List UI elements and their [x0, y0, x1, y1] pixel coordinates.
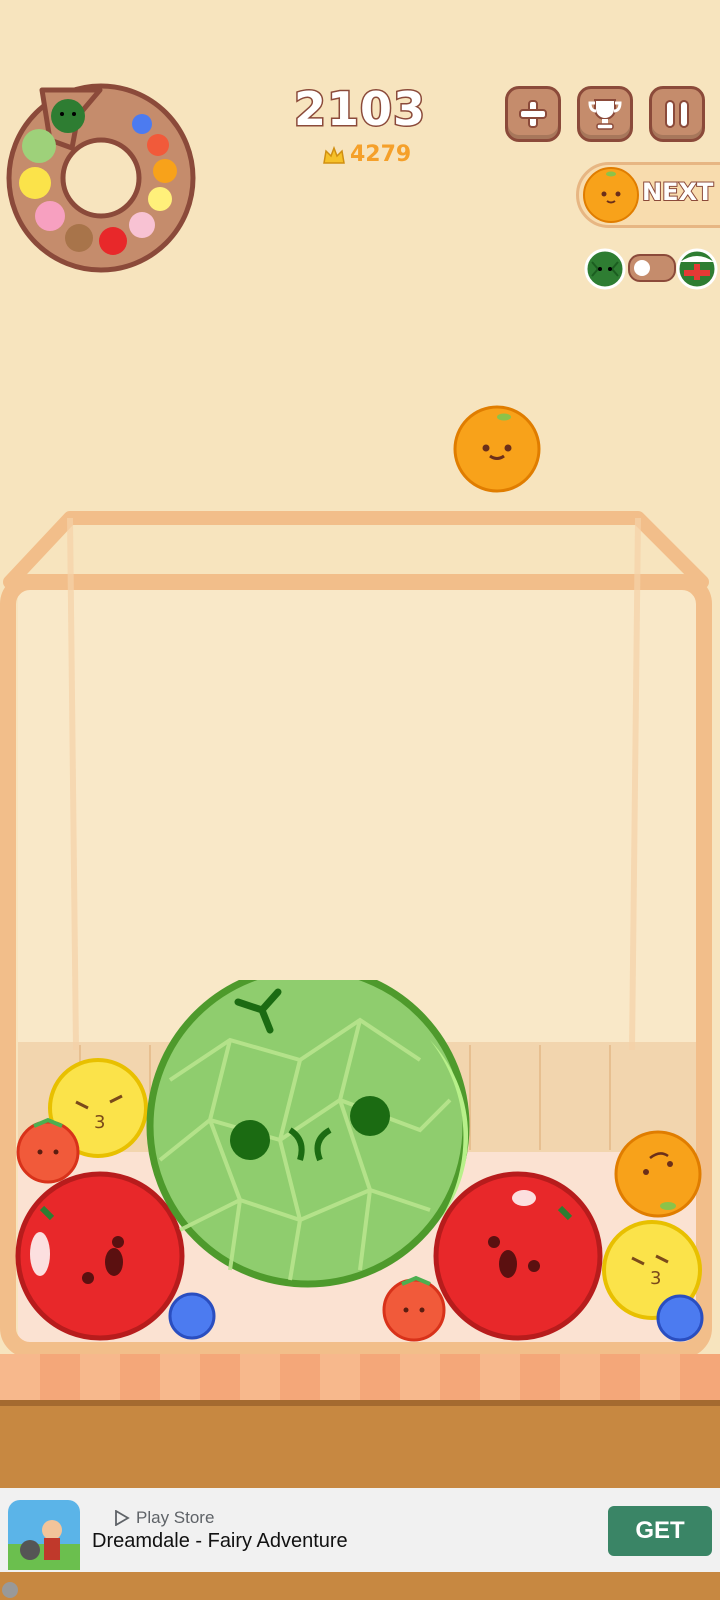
best-score: 4279	[322, 142, 411, 167]
wheel-watermelon-icon	[51, 99, 85, 133]
apple-fruit	[15, 1171, 185, 1341]
fruit-evolution-wheel	[6, 83, 196, 273]
wheel-lemon-icon	[19, 167, 51, 199]
blueberry-fruit	[168, 1292, 216, 1340]
play-store-icon	[115, 1510, 130, 1526]
strawberry-fruit	[382, 1275, 446, 1342]
ad-title[interactable]: Dreamdale - Fairy Adventure	[92, 1530, 348, 1553]
wheel-apple-icon	[99, 227, 127, 255]
jar-fruits: 3 3	[15, 980, 704, 1342]
christmas-watermelon-skin-icon[interactable]	[676, 248, 718, 290]
orange-fruit	[614, 1130, 702, 1218]
dropping-orange[interactable]	[452, 404, 542, 494]
best-score-value: 4279	[350, 142, 412, 167]
ad-app-icon[interactable]	[8, 1500, 80, 1570]
table-surface	[0, 1354, 720, 1404]
add-button[interactable]	[505, 86, 561, 142]
crown-icon	[323, 145, 345, 164]
next-fruit-orange-icon	[583, 167, 639, 223]
ad-source: Play Store	[114, 1508, 214, 1528]
wheel-orange-icon	[153, 159, 177, 183]
svg-text:3: 3	[650, 1268, 661, 1289]
plus-icon	[519, 100, 547, 128]
wheel-blueberry-icon	[132, 114, 152, 134]
pause-button[interactable]	[649, 86, 705, 142]
blueberry-fruit	[656, 1294, 704, 1342]
table-edge	[0, 1400, 720, 1406]
skin-toggle[interactable]	[628, 254, 676, 282]
ad-get-button[interactable]: GET	[608, 1506, 712, 1556]
current-score: 2103	[292, 81, 427, 138]
wheel-strawberry-icon	[147, 134, 169, 156]
pause-icon	[665, 100, 689, 128]
wheel-peach-icon	[35, 201, 65, 231]
leaderboard-button[interactable]	[577, 86, 633, 142]
strawberry-fruit	[16, 1117, 80, 1184]
apple-fruit	[433, 1171, 603, 1341]
ad-info-icon[interactable]	[2, 1582, 18, 1598]
trophy-icon	[588, 99, 622, 130]
melon-fruit	[146, 980, 470, 1288]
toggle-knob	[634, 260, 650, 276]
wheel-melon-icon	[22, 129, 56, 163]
wheel-kiwi-icon	[65, 224, 93, 252]
wheel-pink-fruit-icon	[129, 212, 155, 238]
next-label: NEXT	[641, 177, 714, 207]
ad-source-label: Play Store	[136, 1508, 215, 1527]
wheel-lemon-small-icon	[148, 187, 172, 211]
svg-text:3: 3	[94, 1112, 105, 1133]
watermelon-skin-icon[interactable]	[584, 248, 626, 290]
